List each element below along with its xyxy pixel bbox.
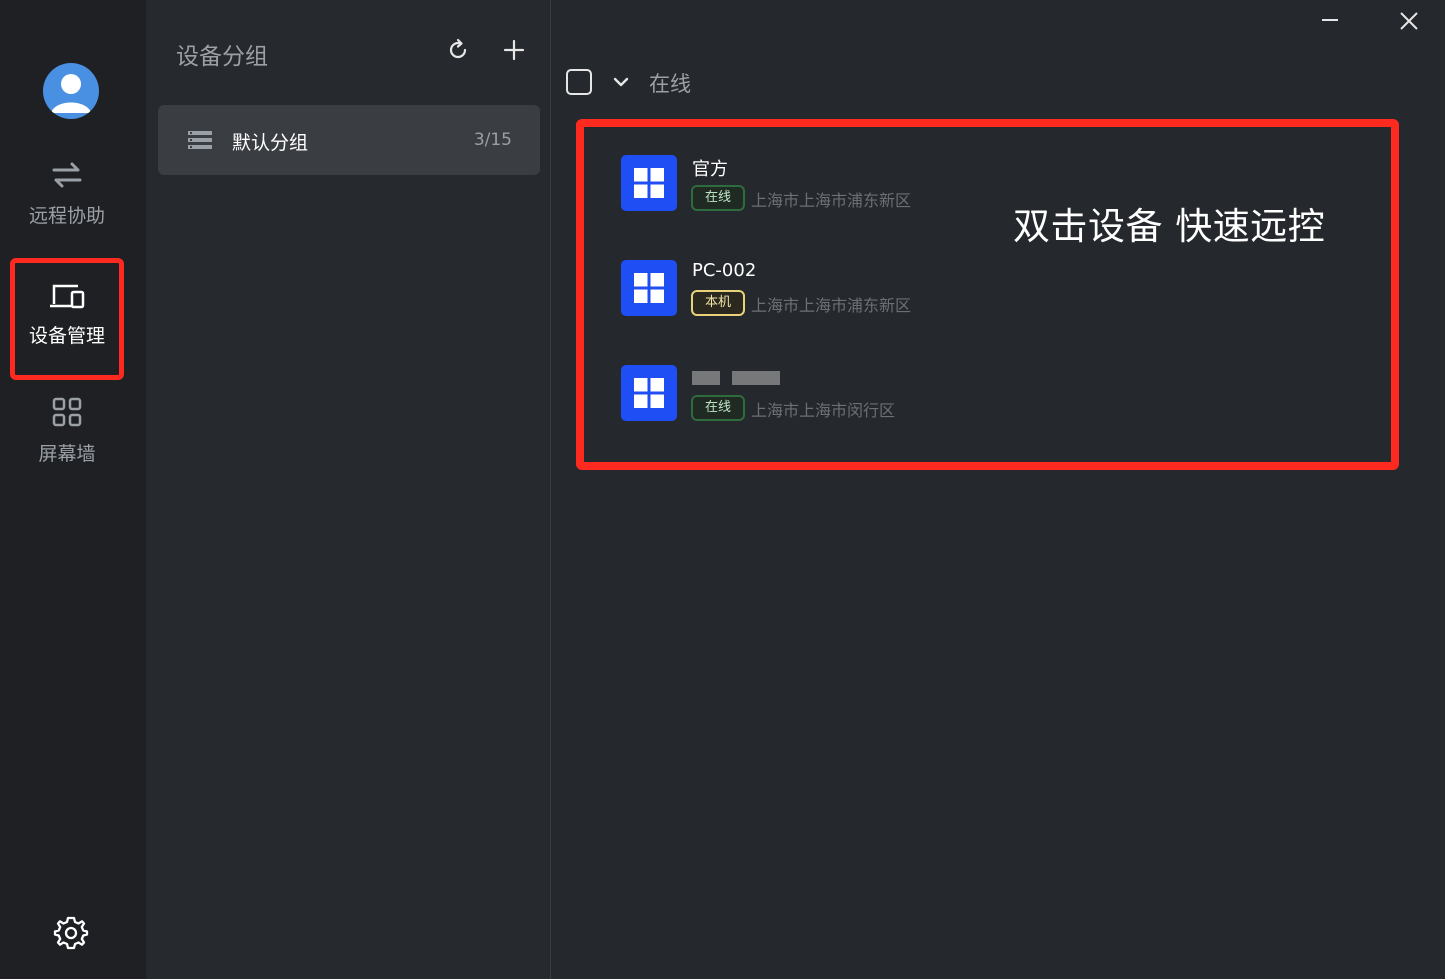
online-section-title: 在线 xyxy=(649,72,691,96)
status-badge: 在线 xyxy=(691,395,746,421)
device-item[interactable]: PC-002 本机 上海市上海市浦东新区 xyxy=(621,260,1021,320)
device-name: 官方 xyxy=(692,159,728,180)
nav-label-screen-wall: 屏幕墙 xyxy=(38,443,96,465)
device-name: PC-002 xyxy=(692,260,757,281)
highlight-box-nav xyxy=(10,258,124,380)
swap-arrows-icon xyxy=(10,160,124,195)
windows-icon xyxy=(621,155,677,211)
device-list-area: 在线 双击设备 快速远控 官方 在线 上海市上海市浦东新区 PC-002 本机 … xyxy=(551,0,1445,979)
group-panel-title: 设备分组 xyxy=(176,44,268,70)
list-icon xyxy=(188,130,212,154)
device-location: 上海市上海市浦东新区 xyxy=(751,296,912,315)
close-icon[interactable] xyxy=(1398,10,1420,36)
device-item[interactable]: 官方 在线 上海市上海市浦东新区 xyxy=(621,155,1021,215)
windows-icon xyxy=(621,365,677,421)
device-location: 上海市上海市浦东新区 xyxy=(751,191,912,210)
user-avatar[interactable] xyxy=(43,63,99,119)
status-badge: 在线 xyxy=(691,185,746,211)
group-panel: 设备分组 默认分组 3/15 xyxy=(146,0,550,979)
grid-icon xyxy=(10,396,124,433)
group-count: 3/15 xyxy=(473,130,512,150)
select-all-checkbox[interactable] xyxy=(566,69,592,95)
minimize-icon[interactable] xyxy=(1320,10,1340,34)
left-nav: 远程协助 设备管理 屏幕墙 xyxy=(0,0,146,979)
add-group-icon[interactable] xyxy=(502,38,526,66)
device-name-redacted xyxy=(692,371,782,385)
windows-icon xyxy=(621,260,677,316)
nav-label-remote-assist: 远程协助 xyxy=(28,205,105,227)
group-item-default[interactable]: 默认分组 3/15 xyxy=(158,105,540,175)
device-item[interactable]: 在线 上海市上海市闵行区 xyxy=(621,365,1021,425)
nav-item-screen-wall[interactable]: 屏幕墙 xyxy=(10,396,124,466)
app-window: 远程协助 设备管理 屏幕墙 设备分组 默认分组 3/15 在线 双击设备 快速远… xyxy=(0,0,1445,979)
local-badge: 本机 xyxy=(691,290,746,316)
device-location: 上海市上海市闵行区 xyxy=(751,401,896,420)
nav-item-remote-assist[interactable]: 远程协助 xyxy=(10,160,124,228)
refresh-icon[interactable] xyxy=(446,38,470,66)
hint-text: 双击设备 快速远控 xyxy=(1013,205,1326,248)
chevron-down-icon[interactable] xyxy=(613,74,629,93)
group-name: 默认分组 xyxy=(232,132,309,154)
gear-icon[interactable] xyxy=(53,914,89,954)
